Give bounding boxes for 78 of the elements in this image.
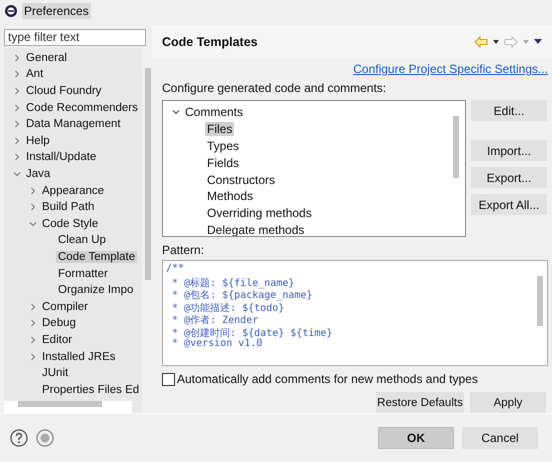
tree-item[interactable]: Code Recommenders bbox=[24, 102, 140, 114]
tree-item[interactable]: Cloud Foundry bbox=[24, 85, 104, 98]
code-line: * @标题: ${file_name} bbox=[171, 276, 296, 288]
tree-item[interactable]: Code Template bbox=[56, 250, 138, 263]
dialog-button[interactable]: Cancel bbox=[462, 427, 538, 449]
tree-item[interactable]: Constructors bbox=[205, 172, 278, 187]
chevron-right-icon[interactable] bbox=[29, 336, 37, 344]
code-line: * @创建时间: ${date} ${time} bbox=[171, 326, 334, 338]
tree-item[interactable]: Editor bbox=[40, 334, 74, 346]
tree-item[interactable]: Types bbox=[205, 138, 242, 153]
page-title: Code Templates bbox=[162, 34, 258, 48]
filter-field[interactable]: type filter text bbox=[4, 29, 146, 46]
chevron-right-icon[interactable] bbox=[29, 302, 37, 311]
tree-item[interactable]: Debug bbox=[40, 317, 78, 330]
tree-item[interactable]: Overriding methods bbox=[205, 206, 314, 220]
tree-item[interactable]: Appearance bbox=[40, 184, 106, 197]
checkbox-label: Automatically add comments for new methods and types bbox=[177, 372, 478, 386]
chevron-down-icon[interactable] bbox=[172, 108, 180, 116]
side-button[interactable]: Export All... bbox=[471, 194, 547, 215]
tree-item[interactable]: Compiler bbox=[40, 300, 90, 313]
chevron-right-icon[interactable] bbox=[29, 352, 37, 361]
tree-item[interactable]: Fields bbox=[205, 156, 242, 170]
tree-item[interactable]: Formatter bbox=[56, 268, 110, 280]
tree-item[interactable]: Ant bbox=[24, 68, 46, 80]
chevron-right-icon[interactable] bbox=[29, 319, 37, 328]
help-icon[interactable] bbox=[10, 429, 28, 447]
tree-item[interactable]: JUnit bbox=[40, 367, 70, 380]
tree-item[interactable]: Code Style bbox=[40, 218, 100, 230]
side-button[interactable]: Edit... bbox=[471, 100, 547, 121]
window-title: Preferences bbox=[22, 3, 91, 19]
back-arrow-icon[interactable] bbox=[474, 36, 488, 48]
menu-icon[interactable] bbox=[534, 39, 542, 44]
tree-item[interactable]: Data Management bbox=[24, 118, 123, 130]
tree-item[interactable]: Files bbox=[205, 122, 234, 136]
code-line: * @作者: Zender bbox=[171, 314, 260, 326]
tree-item[interactable]: Comments bbox=[183, 105, 246, 120]
checkbox[interactable] bbox=[162, 372, 175, 386]
side-button[interactable]: Import... bbox=[471, 140, 547, 161]
chevron-right-icon[interactable] bbox=[13, 70, 21, 78]
pattern-editor[interactable]: /** * @标题: ${file_name} * @包名: ${package_name} * @功能描述: ${todo} * @作者: Zender * @创建时间: ${date} ${time} * @version v1.0 bbox=[162, 260, 548, 366]
tree-item[interactable]: Install/Update bbox=[24, 151, 98, 164]
tree-item[interactable]: Installed JREs bbox=[40, 350, 118, 363]
prompt-label: Configure generated code and comments: bbox=[162, 81, 388, 95]
dropdown-icon[interactable] bbox=[493, 40, 499, 44]
chevron-right-icon[interactable] bbox=[13, 120, 21, 128]
page-button[interactable]: Apply bbox=[470, 392, 546, 413]
page-button[interactable]: Restore Defaults bbox=[376, 392, 464, 413]
code-line: * @包名: ${package_name} bbox=[171, 289, 314, 300]
code-line: * @功能描述: ${todo} bbox=[171, 302, 286, 313]
chevron-right-icon[interactable] bbox=[13, 136, 21, 145]
tree-item[interactable]: Clean Up bbox=[56, 234, 108, 246]
tree-item[interactable]: Help bbox=[24, 134, 52, 147]
tree-item[interactable]: General bbox=[24, 52, 69, 64]
tree-item[interactable]: Methods bbox=[205, 189, 256, 204]
side-button[interactable]: Export... bbox=[471, 167, 547, 188]
chevron-right-icon[interactable] bbox=[13, 153, 21, 162]
scrollbar[interactable] bbox=[145, 68, 151, 280]
project-settings-link[interactable]: Configure Project Specific Settings... bbox=[353, 62, 548, 76]
tree-item[interactable]: Java bbox=[24, 168, 52, 180]
chevron-right-icon[interactable] bbox=[29, 203, 37, 212]
tree-item[interactable]: Delegate methods bbox=[205, 222, 306, 236]
record-icon[interactable] bbox=[36, 429, 54, 447]
tree-item[interactable]: Organize Impo bbox=[56, 284, 136, 296]
chevron-right-icon[interactable] bbox=[13, 87, 21, 96]
forward-arrow-icon[interactable] bbox=[504, 36, 518, 48]
tree-item[interactable]: Properties Files Ed bbox=[40, 384, 142, 396]
scrollbar[interactable] bbox=[537, 276, 543, 326]
tree-item[interactable]: Build Path bbox=[40, 201, 96, 214]
pattern-label: Pattern: bbox=[162, 243, 206, 257]
scrollbar[interactable] bbox=[453, 116, 459, 178]
app-icon bbox=[4, 4, 18, 18]
scrollbar[interactable] bbox=[4, 401, 132, 413]
chevron-right-icon[interactable] bbox=[13, 54, 21, 62]
chevron-right-icon[interactable] bbox=[29, 186, 37, 195]
code-line: * @version v1.0 bbox=[171, 338, 262, 350]
chevron-right-icon[interactable] bbox=[13, 104, 21, 112]
code-line: /** bbox=[166, 263, 186, 276]
dialog-button[interactable]: OK bbox=[378, 427, 454, 449]
